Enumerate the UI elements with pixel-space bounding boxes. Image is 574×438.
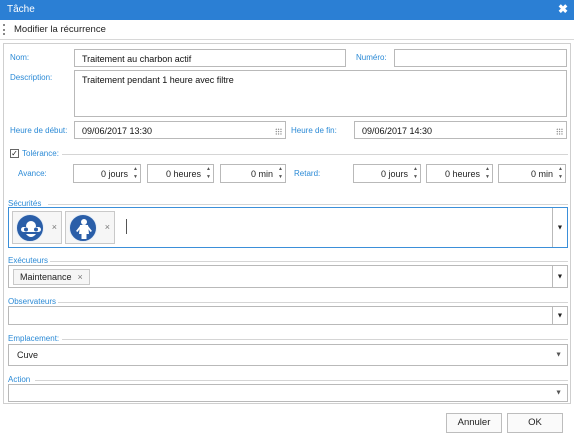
decrement-icon[interactable]: ▼ — [558, 175, 563, 180]
delay-minutes-stepper[interactable]: 0 min ▲ ▼ — [498, 164, 566, 183]
remove-chip-icon[interactable]: × — [78, 272, 83, 282]
tolerance-label: Tolérance: — [22, 149, 59, 158]
increment-icon[interactable]: ▲ — [485, 167, 490, 172]
action-divider — [35, 380, 568, 381]
location-select[interactable]: Cuve ▼ — [8, 344, 568, 366]
advance-minutes-stepper[interactable]: 0 min ▲ ▼ — [220, 164, 286, 183]
observers-tag-input[interactable]: ▼ — [8, 306, 568, 325]
toolbar-grip-icon — [3, 24, 5, 35]
chevron-down-icon: ▼ — [555, 351, 562, 359]
delay-days-stepper[interactable]: 0 jours ▲ ▼ — [353, 164, 421, 183]
remove-chip-icon[interactable]: × — [105, 222, 110, 232]
executors-label: Exécuteurs — [8, 256, 49, 265]
chevron-down-icon: ▼ — [555, 389, 562, 397]
executors-dropdown-button[interactable]: ▼ — [552, 266, 567, 287]
advance-minutes-value: 0 min — [250, 169, 273, 179]
start-time-label: Heure de début: — [10, 126, 68, 135]
calendar-icon[interactable] — [275, 128, 282, 135]
description-value: Traitement pendant 1 heure avec filtre — [82, 75, 234, 85]
executor-chip-label: Maintenance — [20, 272, 72, 282]
start-time-value: 09/06/2017 13:30 — [82, 126, 153, 136]
observers-divider — [58, 302, 568, 303]
chevron-down-icon: ▼ — [556, 224, 564, 231]
modify-recurrence-button[interactable]: Modifier la récurrence — [14, 24, 106, 35]
increment-icon[interactable]: ▲ — [133, 167, 138, 172]
window-title: Tâche — [7, 4, 35, 15]
description-textarea[interactable]: Traitement pendant 1 heure avec filtre — [74, 70, 567, 117]
observers-dropdown-button[interactable]: ▼ — [552, 307, 567, 324]
name-label: Nom: — [10, 53, 30, 62]
end-time-input[interactable]: 09/06/2017 14:30 — [354, 121, 567, 139]
decrement-icon[interactable]: ▼ — [485, 175, 490, 180]
location-label: Emplacement: — [8, 334, 60, 343]
ok-button[interactable]: OK — [507, 413, 563, 433]
calendar-icon[interactable] — [556, 128, 563, 135]
location-divider — [62, 339, 568, 340]
start-time-input[interactable]: 09/06/2017 13:30 — [74, 121, 286, 139]
decrement-icon[interactable]: ▼ — [278, 175, 283, 180]
tolerance-divider — [62, 154, 568, 155]
name-value: Traitement au charbon actif — [82, 54, 192, 64]
goggles-mask-safety-icon — [16, 214, 44, 242]
increment-icon[interactable]: ▲ — [558, 167, 563, 172]
text-caret — [126, 219, 127, 234]
securities-dropdown-button[interactable]: ▼ — [552, 208, 567, 247]
decrement-icon[interactable]: ▼ — [206, 175, 211, 180]
executor-chip: Maintenance × — [13, 269, 90, 285]
cancel-button[interactable]: Annuler — [446, 413, 502, 433]
executors-tag-input[interactable]: Maintenance × ▼ — [8, 265, 568, 288]
advance-days-value: 0 jours — [100, 169, 128, 179]
description-label: Description: — [10, 73, 53, 82]
security-chip-protective-suit: × — [65, 211, 115, 244]
end-time-value: 09/06/2017 14:30 — [362, 126, 433, 136]
increment-icon[interactable]: ▲ — [278, 167, 283, 172]
advance-hours-value: 0 heures — [165, 169, 201, 179]
action-select[interactable]: ▼ — [8, 384, 568, 402]
chevron-down-icon: ▼ — [556, 312, 564, 319]
end-time-label: Heure de fin: — [291, 126, 337, 135]
delay-minutes-value: 0 min — [530, 169, 553, 179]
delay-label: Retard: — [294, 169, 321, 178]
number-input[interactable] — [394, 49, 567, 67]
close-icon[interactable]: ✖ — [558, 2, 568, 16]
advance-label: Avance: — [18, 169, 47, 178]
tolerance-checkbox[interactable]: ✓ — [10, 149, 19, 158]
action-label: Action — [8, 375, 31, 384]
toolbar: Modifier la récurrence — [0, 20, 574, 40]
security-chip-goggles-mask: × — [12, 211, 62, 244]
number-label: Numéro: — [356, 53, 387, 62]
decrement-icon[interactable]: ▼ — [413, 175, 418, 180]
protective-suit-safety-icon — [69, 214, 97, 242]
advance-days-stepper[interactable]: 0 jours ▲ ▼ — [73, 164, 141, 183]
delay-hours-value: 0 heures — [444, 169, 480, 179]
location-value: Cuve — [17, 350, 39, 360]
delay-days-value: 0 jours — [380, 169, 408, 179]
observers-label: Observateurs — [8, 297, 57, 306]
decrement-icon[interactable]: ▼ — [133, 175, 138, 180]
remove-chip-icon[interactable]: × — [52, 222, 57, 232]
title-bar: Tâche ✖ — [0, 0, 574, 20]
increment-icon[interactable]: ▲ — [413, 167, 418, 172]
chevron-down-icon: ▼ — [556, 273, 564, 280]
name-input[interactable]: Traitement au charbon actif — [74, 49, 346, 67]
securities-tag-input[interactable]: × × ▼ — [8, 207, 568, 248]
increment-icon[interactable]: ▲ — [206, 167, 211, 172]
securities-divider — [48, 204, 568, 205]
advance-hours-stepper[interactable]: 0 heures ▲ ▼ — [147, 164, 214, 183]
executors-divider — [50, 261, 568, 262]
delay-hours-stepper[interactable]: 0 heures ▲ ▼ — [426, 164, 493, 183]
